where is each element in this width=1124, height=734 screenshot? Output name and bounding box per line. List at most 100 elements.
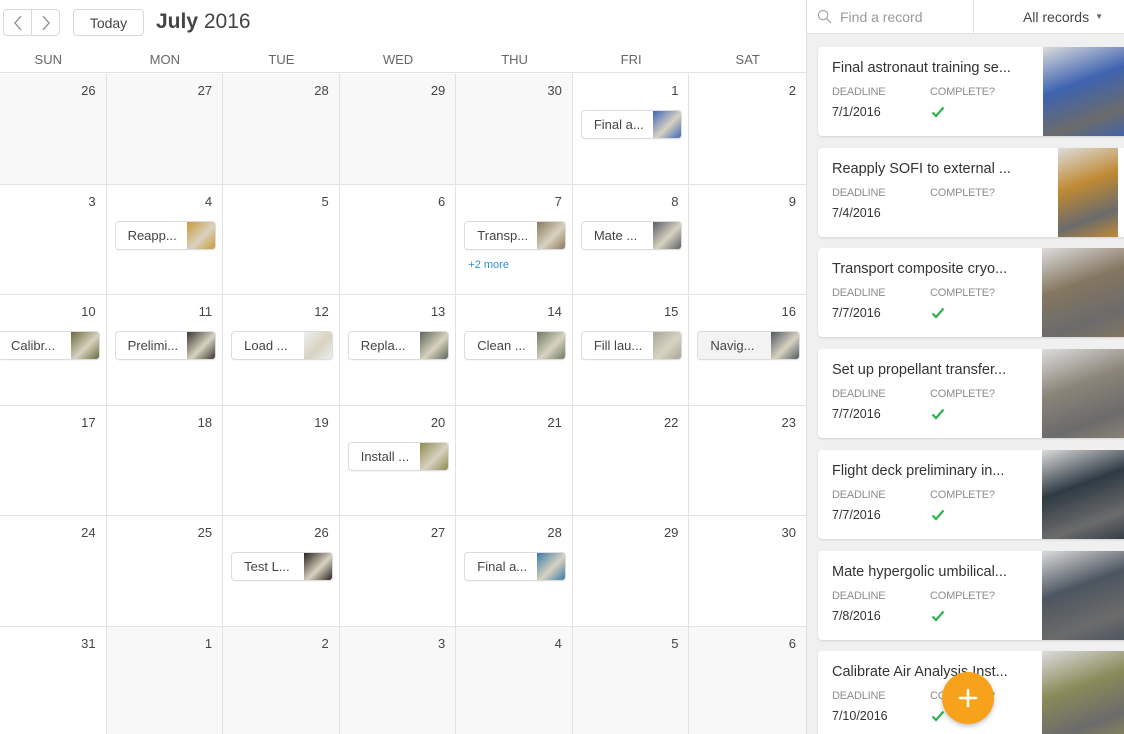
calendar-event[interactable]: Install ...	[347, 441, 450, 471]
calendar-event[interactable]: Test L...	[231, 552, 333, 582]
prev-month-button[interactable]	[4, 10, 31, 35]
month-title: July 2016	[156, 9, 251, 35]
day-cell[interactable]: 26	[0, 74, 107, 185]
day-cell[interactable]: 21	[456, 405, 573, 517]
day-cell[interactable]: 25	[106, 516, 224, 627]
day-cell[interactable]: 2	[223, 626, 340, 734]
day-number: 7	[554, 193, 562, 209]
day-number: 27	[430, 525, 446, 541]
calendar-event[interactable]: Transp...	[464, 220, 566, 250]
calendar-event[interactable]: Reapp...	[114, 220, 217, 250]
record-title: Set up propellant transfer...	[832, 362, 1007, 379]
day-cell[interactable]: 4 Reapp...	[106, 184, 224, 296]
day-cell[interactable]: 27	[339, 516, 457, 627]
day-number: 3	[438, 635, 446, 651]
event-thumbnail	[536, 221, 565, 249]
today-button[interactable]: Today	[73, 9, 144, 36]
day-cell[interactable]: 31	[0, 626, 107, 734]
calendar-event[interactable]: Repla...	[347, 331, 450, 361]
day-cell[interactable]: 5	[572, 626, 690, 734]
calendar-event[interactable]: Final a...	[580, 110, 683, 139]
day-cell[interactable]: 27	[106, 74, 224, 185]
day-cell[interactable]: 2	[689, 74, 806, 185]
day-cell[interactable]: 17	[0, 405, 107, 517]
day-cell[interactable]: 9	[689, 184, 806, 296]
calendar-event[interactable]: Final a...	[464, 552, 566, 582]
day-cell[interactable]: 7 Transp... +2 more	[456, 184, 573, 296]
weekday-header: SUN MON TUE WED THU FRI SAT	[0, 49, 806, 73]
day-cell[interactable]: 29	[572, 516, 690, 627]
calendar-event[interactable]: Mate ...	[580, 220, 683, 250]
filter-label: All records	[1022, 8, 1090, 25]
event-thumbnail	[536, 553, 565, 581]
more-events-link[interactable]: +2 more	[468, 259, 509, 271]
day-cell[interactable]: 3	[0, 184, 107, 296]
day-cell[interactable]: 19	[223, 405, 340, 517]
record-card[interactable]: Flight deck preliminary in... DEADLINE COM…	[818, 449, 1124, 539]
add-record-button[interactable]	[942, 672, 994, 724]
record-card[interactable]: Reapply SOFI to external ... DEADLINE COMP…	[818, 147, 1124, 237]
day-number: 21	[547, 414, 562, 430]
day-cell[interactable]: 30	[456, 74, 573, 185]
search-input[interactable]	[840, 8, 960, 25]
day-number: 6	[438, 193, 446, 209]
month-name: July	[156, 10, 199, 33]
day-number: 30	[547, 83, 562, 98]
day-cell[interactable]: 4	[456, 626, 573, 734]
day-cell[interactable]: 30	[689, 516, 806, 627]
day-cell[interactable]: 28 Final a...	[456, 516, 573, 627]
next-month-button[interactable]	[31, 10, 59, 35]
sidebar-toolbar: All records ▼	[807, 0, 1124, 34]
day-cell[interactable]: 20 Install ...	[339, 405, 457, 517]
day-cell[interactable]: 3	[339, 626, 457, 734]
event-label: Transp...	[477, 227, 529, 243]
day-cell[interactable]: 22	[572, 405, 690, 517]
deadline-value: 7/7/2016	[832, 507, 881, 522]
complete-label: COMPLETE?	[930, 86, 995, 98]
calendar-event[interactable]: Prelimi...	[114, 331, 217, 361]
record-card[interactable]: Set up propellant transfer... DEADLINE COM…	[818, 349, 1124, 439]
day-cell[interactable]: 29	[339, 74, 457, 185]
day-number: 29	[430, 83, 446, 98]
record-image	[1042, 349, 1124, 439]
calendar-event[interactable]: Load ...	[231, 331, 333, 361]
day-cell[interactable]: 5	[223, 184, 340, 296]
day-number: 13	[430, 304, 446, 320]
event-thumbnail	[653, 221, 682, 249]
record-image	[1042, 449, 1124, 539]
record-card[interactable]: Final astronaut training se... DEADLINE CO…	[818, 47, 1124, 136]
calendar-event[interactable]: Navig...	[697, 331, 800, 361]
plus-icon	[958, 688, 978, 708]
day-cell[interactable]: 11 Prelimi...	[106, 295, 224, 406]
day-cell[interactable]: 13 Repla...	[339, 295, 457, 406]
day-number: 22	[663, 414, 679, 430]
day-cell[interactable]: 15 Fill lau...	[572, 295, 690, 406]
day-cell[interactable]: 8 Mate ...	[572, 184, 690, 296]
day-number: 14	[547, 304, 562, 320]
day-cell[interactable]: 6	[689, 626, 806, 734]
record-card[interactable]: Mate hypergolic umbilical... DEADLINE COMP…	[818, 550, 1124, 640]
day-cell[interactable]: 16 Navig...	[689, 295, 806, 406]
day-cell[interactable]: 10 Calibr...	[0, 295, 107, 406]
calendar-event[interactable]: Fill lau...	[580, 331, 683, 361]
record-card[interactable]: Transport composite cryo... DEADLINE COMPL…	[818, 248, 1124, 338]
day-cell[interactable]: 1 Final a...	[572, 74, 690, 185]
day-cell[interactable]: 23	[689, 405, 806, 517]
record-image	[1042, 651, 1124, 734]
records-filter-dropdown[interactable]: All records ▼	[974, 0, 1124, 33]
day-cell[interactable]: 12 Load ...	[223, 295, 340, 406]
day-number: 28	[547, 525, 562, 541]
day-cell[interactable]: 24	[0, 516, 107, 627]
day-cell[interactable]: 18	[106, 405, 224, 517]
day-number: 28	[314, 83, 329, 98]
event-thumbnail	[653, 111, 682, 138]
checkmark-icon	[931, 509, 945, 521]
calendar-event[interactable]: Calibr...	[0, 331, 100, 361]
weekday-label: TUE	[268, 52, 295, 67]
day-cell[interactable]: 6	[339, 184, 457, 296]
day-cell[interactable]: 14 Clean ...	[456, 295, 573, 406]
day-cell[interactable]: 26 Test L...	[223, 516, 340, 627]
day-cell[interactable]: 1	[106, 626, 224, 734]
day-cell[interactable]: 28	[223, 74, 340, 185]
calendar-event[interactable]: Clean ...	[464, 331, 566, 361]
